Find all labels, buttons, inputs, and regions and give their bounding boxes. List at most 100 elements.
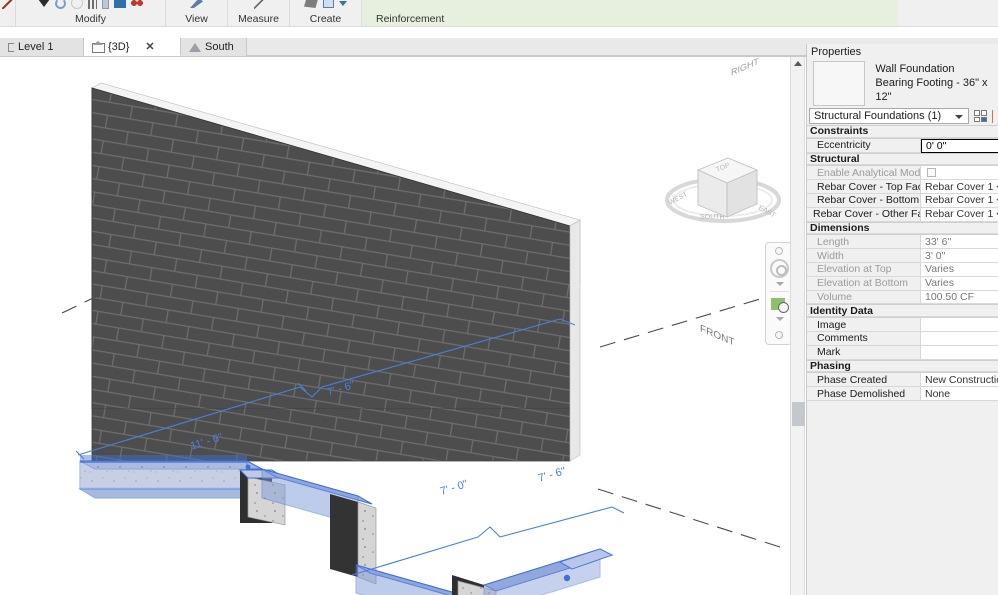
property-value-rebar-top[interactable]: Rebar Cover 1 <0' - — [921, 180, 998, 194]
properties-header: Wall Foundation Bearing Footing - 36" x … — [807, 59, 998, 107]
view-vertical-scrollbar[interactable] — [790, 57, 805, 595]
ribbon-panel-modify[interactable]: Modify — [16, 0, 166, 26]
property-label: Image — [807, 318, 921, 332]
pencil-icon[interactable] — [2, 0, 13, 9]
ribbon-icon-group-measure — [228, 0, 289, 11]
revit-window: Modify View Measure Create Reinforcement — [0, 0, 998, 595]
view-tab-level-1[interactable]: Level 1 — [0, 38, 84, 56]
navbar-bottom-dot-icon[interactable] — [775, 331, 783, 339]
navbar-top-dot-icon[interactable] — [775, 247, 783, 255]
chevron-down-icon[interactable] — [955, 115, 963, 119]
close-icon[interactable]: ✕ — [145, 40, 154, 53]
3d-model-graphics: WEST EAST SOUTH NORTH FRONT RIGHT TOP — [61, 57, 781, 595]
property-value-mark[interactable] — [921, 345, 998, 360]
property-label: Volume — [807, 290, 921, 305]
property-value-rebar-bottom[interactable]: Rebar Cover 1 <0' - — [921, 193, 998, 208]
svg-text:FRONT: FRONT — [700, 323, 735, 348]
create-model-icon[interactable] — [304, 0, 318, 8]
ribbon-panel-view[interactable]: View — [166, 0, 228, 26]
property-group-header: Dimensions — [807, 221, 998, 236]
ribbon-panel-create[interactable]: Create — [290, 0, 362, 26]
properties-panel: Properties Wall Foundation Bearing Footi… — [806, 44, 998, 595]
property-value-elev-top: Varies — [921, 262, 998, 277]
create-chevron-icon[interactable] — [339, 0, 347, 6]
ribbon-icon-group-modify — [16, 0, 165, 11]
navigation-bar[interactable] — [765, 242, 790, 345]
scroll-up-icon[interactable] — [794, 61, 802, 66]
split-icon[interactable] — [102, 0, 109, 9]
visibility-cone-icon[interactable] — [190, 0, 203, 8]
property-row: Width 3' 0" — [807, 249, 998, 263]
edit-type-icon-cell — [974, 116, 980, 122]
property-group-header: Identity Data — [807, 304, 998, 319]
create-panel-icon[interactable] — [323, 0, 334, 8]
property-row[interactable]: Rebar Cover - Top Face Rebar Cover 1 <0'… — [807, 180, 998, 194]
property-value-length: 33' 6" — [921, 235, 998, 250]
ribbon-panel-leading — [0, 0, 16, 26]
view-tab-south[interactable]: South — [181, 38, 247, 56]
group-label: Dimensions — [807, 222, 998, 235]
properties-panel-title: Properties — [807, 44, 998, 59]
home-3d-icon — [92, 41, 105, 53]
property-row[interactable]: Phase Demolished None — [807, 387, 998, 401]
property-value-cell — [921, 166, 998, 181]
group-label: Structural — [807, 153, 998, 166]
edit-type-icon-cell — [974, 110, 980, 116]
view-tab-label: Level 1 — [18, 41, 54, 53]
view-tab-3d[interactable]: {3D} ✕ — [84, 38, 181, 56]
edit-type-icon-cell — [981, 116, 987, 122]
property-row: Elevation at Bottom Varies — [807, 276, 998, 291]
ribbon-panel-title-measure: Measure — [238, 13, 279, 25]
property-row[interactable]: Enable Analytical Model — [807, 166, 998, 181]
ribbon-panel-title-create: Create — [309, 13, 342, 25]
property-value-image[interactable] — [921, 318, 998, 332]
edit-type-label-clip — [992, 109, 996, 123]
zoom-region-icon[interactable] — [771, 298, 789, 313]
property-label: Width — [807, 249, 921, 263]
steering-wheel-icon[interactable] — [770, 259, 789, 278]
rotate-icon[interactable] — [55, 0, 66, 9]
edit-type-button[interactable] — [972, 108, 989, 124]
measure-slash-icon[interactable] — [253, 0, 264, 9]
property-value-phase-created[interactable]: New Construction — [921, 373, 998, 388]
ribbon-panel-reinforcement[interactable]: Reinforcement — [362, 0, 898, 26]
property-group-header: Phasing — [807, 359, 998, 374]
property-label: Phase Created — [807, 373, 921, 388]
property-value-comments[interactable] — [921, 331, 998, 346]
mirror-icon[interactable] — [114, 0, 126, 8]
edit-type-icon-cell — [981, 110, 987, 116]
navbar-divider — [770, 291, 789, 292]
circle-icon[interactable] — [71, 0, 83, 9]
array-icon[interactable] — [131, 0, 143, 8]
chevron-down-icon[interactable] — [776, 317, 784, 321]
property-row[interactable]: Mark — [807, 345, 998, 360]
property-label: Mark — [807, 345, 921, 360]
type-selector-row: Structural Foundations (1) — [807, 107, 998, 125]
triangle-down-icon[interactable] — [38, 0, 50, 7]
3d-view-canvas[interactable]: WEST EAST SOUTH NORTH FRONT RIGHT TOP 11… — [0, 57, 790, 595]
property-value-volume: 100.50 CF — [921, 290, 998, 305]
scrollbar-thumb[interactable] — [792, 402, 805, 426]
property-row[interactable]: Phase Created New Construction — [807, 373, 998, 388]
property-row[interactable]: Rebar Cover - Other Faces Rebar Cover 1 … — [807, 207, 998, 222]
svg-text:RIGHT: RIGHT — [731, 57, 759, 78]
ribbon-icon-group-view — [166, 0, 227, 11]
elevation-up-icon — [189, 42, 201, 52]
property-row[interactable]: Rebar Cover - Bottom F... Rebar Cover 1 … — [807, 193, 998, 208]
floorplan-icon — [8, 42, 14, 52]
property-row[interactable]: Comments — [807, 331, 998, 346]
group-label: Identity Data — [807, 305, 998, 318]
property-value-eccentricity[interactable]: 0' 0" — [921, 138, 998, 153]
property-label: Enable Analytical Model — [807, 166, 921, 181]
property-value-phase-demolished[interactable]: None — [921, 387, 998, 401]
type-selector-combobox[interactable]: Structural Foundations (1) — [809, 108, 969, 124]
property-label: Comments — [807, 331, 921, 346]
ribbon-panel-measure[interactable]: Measure — [228, 0, 290, 26]
align-icon[interactable] — [88, 0, 97, 9]
enable-analytical-model-checkbox[interactable] — [927, 168, 936, 178]
chevron-down-icon[interactable] — [776, 282, 784, 286]
property-group-header: Structural — [807, 152, 998, 167]
property-row[interactable]: Image — [807, 318, 998, 332]
property-value-rebar-other[interactable]: Rebar Cover 1 <0' - — [921, 207, 998, 222]
property-row[interactable]: Eccentricity 0' 0" — [807, 138, 998, 153]
